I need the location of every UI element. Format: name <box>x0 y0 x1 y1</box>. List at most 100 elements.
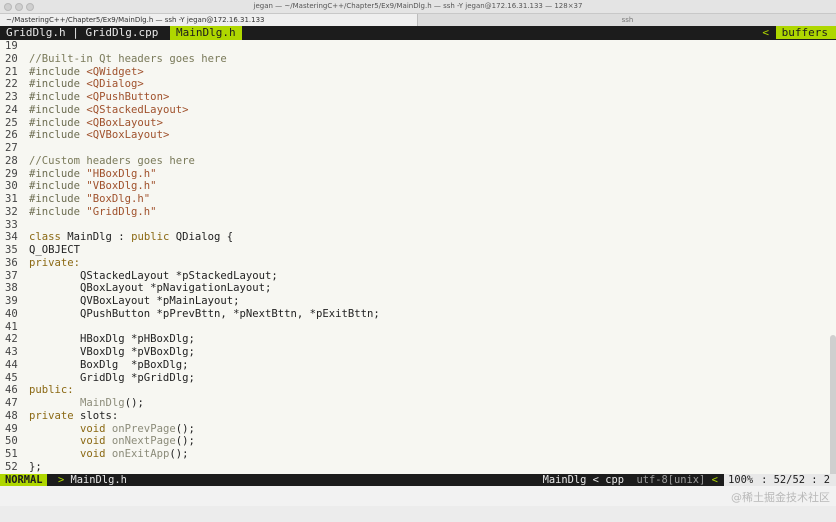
code-token: public: <box>29 384 74 397</box>
command-line-area[interactable]: @稀土掘金技术社区 <box>0 486 836 506</box>
buffers-indicator: < buffers <box>762 26 836 40</box>
line-number: 44 <box>5 358 18 371</box>
window-title: jegan — ~/MasteringC++/Chapter5/Ex9/Main… <box>253 2 583 10</box>
code-line[interactable]: 51 void onExitApp(); <box>0 448 188 461</box>
status-percent: 100% <box>724 474 758 486</box>
line-number: 32 <box>5 205 18 218</box>
code-token: <QBoxLayout> <box>86 116 163 129</box>
code-token: GridDlg *pGridDlg; <box>29 371 195 384</box>
code-token: #include <box>29 78 87 91</box>
code-token: <QVBoxLayout> <box>86 129 170 142</box>
code-line[interactable]: 24 #include <QStackedLayout> <box>0 104 188 117</box>
code-token: slots: <box>80 409 119 422</box>
window-titlebar: jegan — ~/MasteringC++/Chapter5/Ex9/Main… <box>0 0 836 14</box>
code-token: #include <box>29 193 87 205</box>
line-number: 35 <box>5 244 18 256</box>
line-number: 39 <box>5 295 18 307</box>
line-number: 52 <box>5 460 18 473</box>
code-line[interactable]: 32 #include "GridDlg.h" <box>0 206 157 219</box>
code-token: "BoxDlg.h" <box>86 193 151 205</box>
line-number: 34 <box>5 231 18 244</box>
code-line[interactable]: 42 HBoxDlg *pHBoxDlg; <box>0 333 195 346</box>
code-line[interactable]: 40 QPushButton *pPrevBttn, *pNextBttn, *… <box>0 308 380 321</box>
code-token: private <box>29 409 81 422</box>
code-line[interactable]: 19 <box>0 40 29 53</box>
buffers-arrow-icon: < <box>762 26 770 39</box>
code-token: (); <box>175 435 195 448</box>
code-token: #include <box>29 180 87 193</box>
status-position-colon: : <box>761 474 768 486</box>
line-number: 37 <box>5 269 18 282</box>
code-line[interactable]: 26 #include <QVBoxLayout> <box>0 129 169 142</box>
line-number: 33 <box>5 218 18 231</box>
code-line[interactable]: 52}; <box>0 461 42 474</box>
code-line[interactable]: 41 <box>0 321 29 334</box>
code-line[interactable]: 23 #include <QPushButton> <box>0 91 169 104</box>
code-token: #include <box>29 205 87 218</box>
code-line[interactable]: 49 void onPrevPage(); <box>0 423 195 436</box>
code-token: #include <box>29 91 87 103</box>
code-token: QDialog { <box>175 231 234 244</box>
code-token: (); <box>124 397 144 409</box>
line-number: 36 <box>5 256 18 269</box>
code-token: onPrevPage <box>111 422 176 435</box>
terminal-tab-bar: ~/MasteringC++/Chapter5/Ex9/MainDlg.h — … <box>0 14 836 26</box>
code-token: #include <box>29 129 87 142</box>
inactive-buffers[interactable]: GridDlg.h | GridDlg.cpp <box>0 26 158 40</box>
code-line[interactable]: 30 #include "VBoxDlg.h" <box>0 180 157 193</box>
line-number: 25 <box>5 116 18 129</box>
code-line[interactable]: 43 VBoxDlg *pVBoxDlg; <box>0 346 195 359</box>
code-token: #include <box>29 167 87 180</box>
active-buffer[interactable]: MainDlg.h <box>170 26 242 40</box>
code-line[interactable]: 38 QBoxLayout *pNavigationLayout; <box>0 282 271 295</box>
status-column: 2 <box>823 474 830 486</box>
code-line[interactable]: 35 Q_OBJECT <box>0 244 80 257</box>
terminal-tab-active[interactable]: ~/MasteringC++/Chapter5/Ex9/MainDlg.h — … <box>0 14 418 26</box>
code-line[interactable]: 36 private: <box>0 257 80 270</box>
code-line[interactable]: 50 void onNextPage(); <box>0 435 195 448</box>
code-editor[interactable]: 19 20 //Built-in Qt headers goes here 21 #in… <box>0 40 836 495</box>
code-line[interactable]: 39 QVBoxLayout *pMainLayout; <box>0 295 239 308</box>
terminal-tab-ssh[interactable]: ssh <box>419 14 836 26</box>
code-token: (); <box>169 448 189 460</box>
line-number: 43 <box>5 346 18 358</box>
code-token: VBoxDlg *pVBoxDlg; <box>29 346 195 358</box>
code-line[interactable]: 44 BoxDlg *pBoxDlg; <box>0 359 188 372</box>
line-number: 50 <box>5 435 18 448</box>
code-token: MainDlg <box>80 397 125 409</box>
code-line[interactable]: 25 #include <QBoxLayout> <box>0 117 163 130</box>
code-line[interactable]: 22 #include <QDialog> <box>0 78 144 91</box>
code-line[interactable]: 29 #include "HBoxDlg.h" <box>0 168 157 181</box>
code-line[interactable]: 48 private slots: <box>0 410 118 423</box>
code-token: ; <box>35 460 42 473</box>
code-line[interactable]: 45 GridDlg *pGridDlg; <box>0 372 195 385</box>
code-line[interactable]: 37 QStackedLayout *pStackedLayout; <box>0 270 278 283</box>
code-line[interactable]: 21 #include <QWidget> <box>0 66 144 79</box>
code-token: class <box>29 231 68 244</box>
code-token: //Built-in Qt headers goes here <box>29 52 227 65</box>
line-number: 40 <box>5 307 18 320</box>
code-line[interactable]: 20 //Built-in Qt headers goes here <box>0 53 227 66</box>
code-token: <QStackedLayout> <box>86 103 189 116</box>
status-tag: MainDlg < cpp <box>542 474 624 486</box>
code-line[interactable]: 33 <box>0 219 29 232</box>
code-line[interactable]: 34 class MainDlg : public QDialog { <box>0 231 233 244</box>
line-number: 45 <box>5 371 18 384</box>
status-right-section: MainDlg < cpp utf-8[unix] < 100%: 52/52 … <box>543 474 836 486</box>
line-number: 27 <box>5 142 18 154</box>
line-number: 24 <box>5 103 18 116</box>
code-line[interactable]: 27 <box>0 142 29 155</box>
code-token: MainDlg : <box>67 231 132 244</box>
code-token: "HBoxDlg.h" <box>86 167 157 180</box>
code-line[interactable]: 28 //Custom headers goes here <box>0 155 195 168</box>
code-token: QBoxLayout *pNavigationLayout; <box>29 282 272 295</box>
code-token: #include <box>29 116 87 129</box>
terminal-scrollbar[interactable] <box>830 335 836 495</box>
code-line[interactable]: 46 public: <box>0 384 74 397</box>
line-number: 20 <box>5 52 18 65</box>
code-line[interactable]: 47 MainDlg(); <box>0 397 144 410</box>
line-number: 42 <box>5 333 18 346</box>
code-line[interactable]: 31 #include "BoxDlg.h" <box>0 193 150 206</box>
line-number: 49 <box>5 422 18 435</box>
